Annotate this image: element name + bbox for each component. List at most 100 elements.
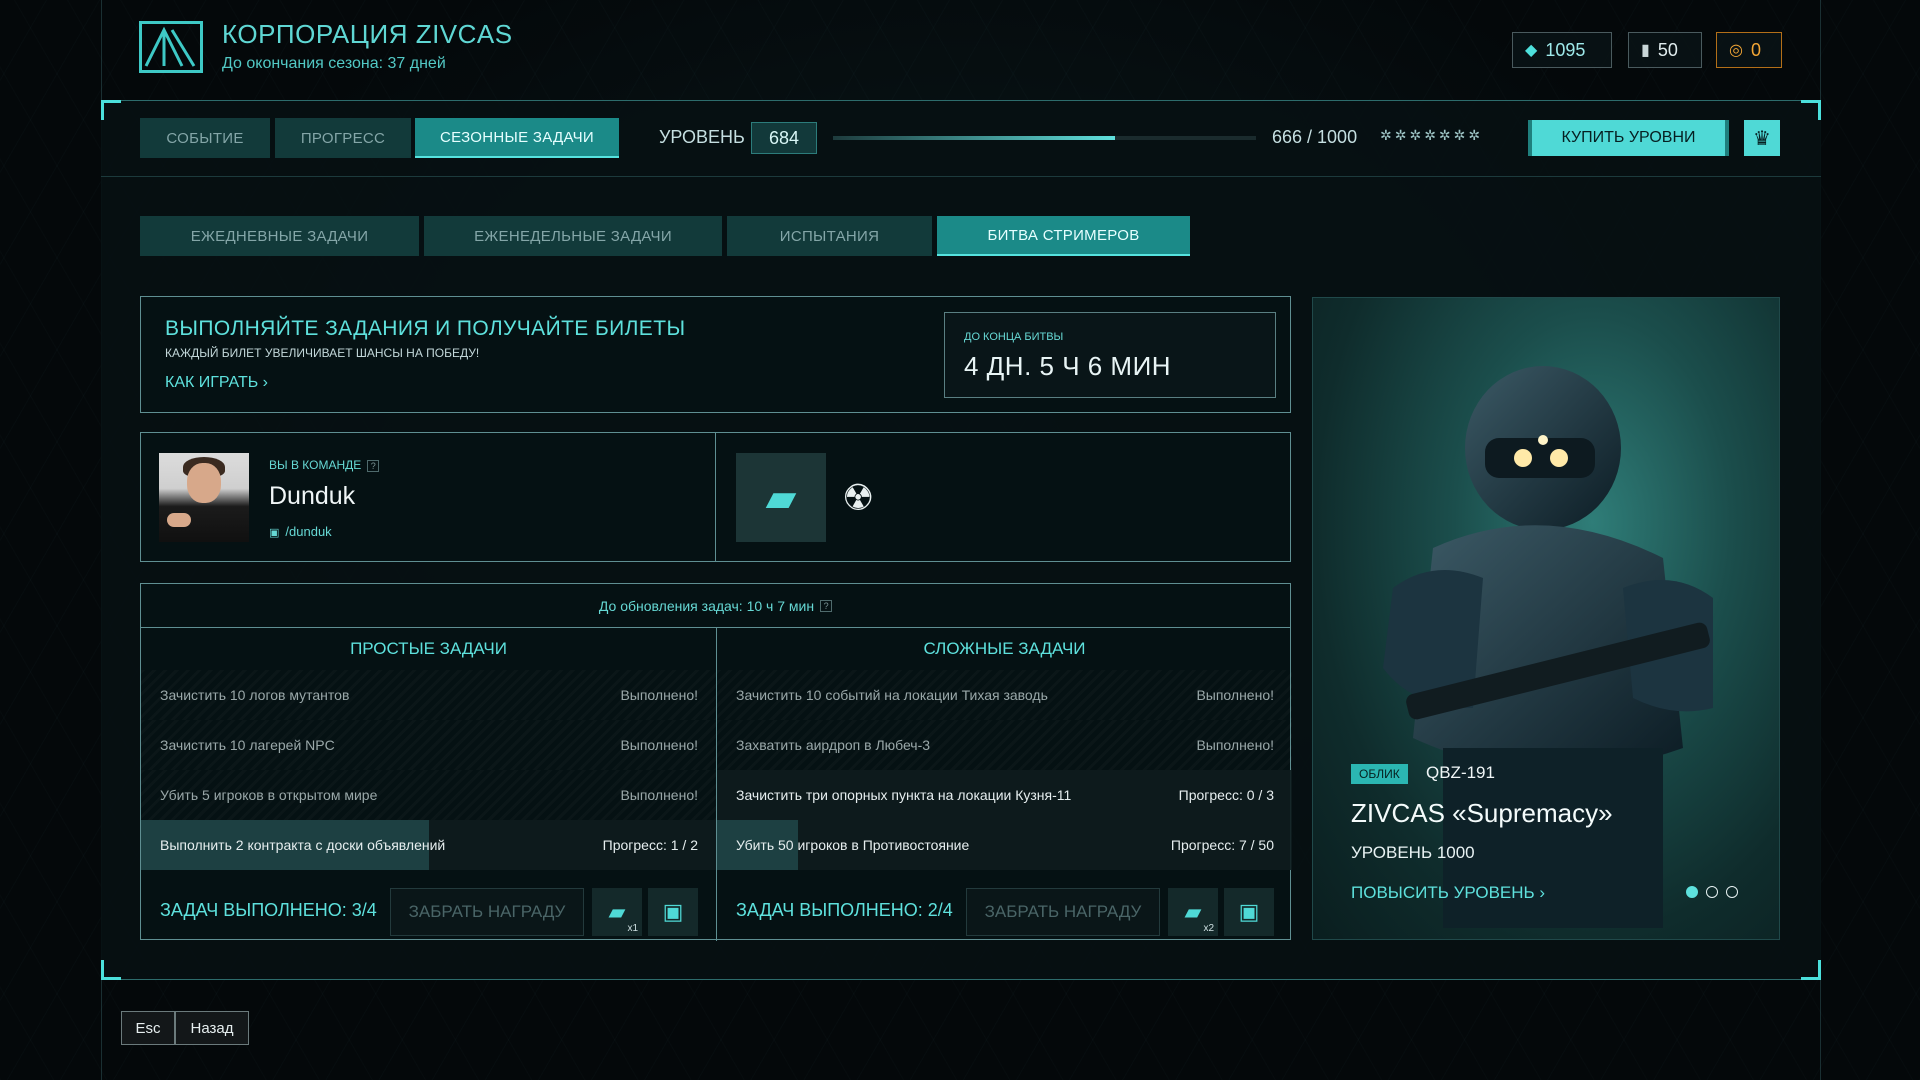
task-text: Зачистить 10 логов мутантов [160, 687, 350, 703]
carousel-dot[interactable] [1706, 886, 1718, 898]
task-status: Прогресс: 1 / 2 [602, 837, 698, 853]
esc-key[interactable]: Esc [121, 1011, 175, 1045]
crown-icon[interactable]: ♛ [1744, 120, 1780, 156]
coin-icon: ◎ [1729, 42, 1743, 59]
task-text: Зачистить 10 событий на локации Тихая за… [736, 687, 1048, 703]
task-status: Выполнено! [1196, 687, 1274, 703]
task-row: Захватить аирдроп в Любеч-3 Выполнено! [717, 720, 1292, 770]
tab-seasonal-tasks[interactable]: СЕЗОННЫЕ ЗАДАЧИ [415, 118, 619, 158]
skin-weapon: QBZ-191 [1426, 763, 1495, 782]
reward-multiplier: x1 [627, 923, 638, 934]
twitch-icon: ▣ [269, 527, 280, 539]
currency-tokens: ▮ 50 [1628, 32, 1702, 68]
task-row: Выполнить 2 контракта с доски объявлений… [141, 820, 716, 870]
how-to-play-link[interactable]: КАК ИГРАТЬ › [165, 374, 268, 392]
task-status: Прогресс: 7 / 50 [1170, 837, 1274, 853]
header-divider [101, 176, 1821, 177]
claim-reward-button[interactable]: ЗАБРАТЬ НАГРАДУ [390, 888, 584, 936]
banner-subtitle: КАЖДЫЙ БИЛЕТ УВЕЛИЧИВАЕТ ШАНСЫ НА ПОБЕДУ… [165, 346, 480, 360]
task-status: Выполнено! [620, 737, 698, 753]
task-row: Зачистить 10 логов мутантов Выполнено! [141, 670, 716, 720]
ticket-icon: ▰ [736, 453, 826, 542]
currency-coins: ◎ 0 [1716, 32, 1782, 68]
task-text: Выполнить 2 контракта с доски объявлений [160, 837, 446, 853]
frame-corner [1801, 100, 1821, 120]
upgrade-level-link[interactable]: ПОВЫСИТЬ УРОВЕНЬ › [1351, 883, 1545, 903]
hard-tasks-footer: ЗАДАЧ ВЫПОЛНЕНО: 2/4 ЗАБРАТЬ НАГРАДУ ▰ x2… [717, 878, 1292, 941]
battle-timer-value: 4 ДН. 5 Ч 6 МИН [964, 351, 1172, 381]
currency-tickets-value: 1095 [1545, 39, 1586, 60]
crate-icon: ▣ [648, 888, 698, 936]
task-status: Прогресс: 0 / 3 [1178, 787, 1274, 803]
task-row: Зачистить 10 лагерей NPC Выполнено! [141, 720, 716, 770]
hard-tasks-column: СЛОЖНЫЕ ЗАДАЧИ Зачистить 10 событий на л… [717, 628, 1292, 941]
ticket-icon: ▰ x2 [1168, 888, 1218, 936]
tab-weekly-tasks[interactable]: ЕЖЕНЕДЕЛЬНЫЕ ЗАДАЧИ [424, 216, 722, 256]
ticket-icon: ◆ [1525, 42, 1538, 59]
zivcas-logo-icon [139, 21, 203, 73]
team-card: ВЫ В КОМАНДЕ? Dunduk ▣ /dunduk [140, 432, 716, 562]
task-status: Выполнено! [1196, 737, 1274, 753]
task-text: Убить 5 игроков в открытом мире [160, 787, 378, 803]
ticket-icon: ▰ x1 [592, 888, 642, 936]
level-value: 684 [751, 122, 817, 154]
level-stars: ✲✲✲✲✲✲✲ [1380, 127, 1484, 143]
task-text: Зачистить три опорных пункта на локации … [736, 787, 1072, 803]
buy-levels-button[interactable]: КУПИТЬ УРОВНИ [1528, 120, 1729, 156]
currency-coins-value: 0 [1750, 39, 1761, 60]
task-text: Убить 50 игроков в Противостояние [736, 837, 970, 853]
task-row: Убить 5 игроков в открытом мире Выполнено… [141, 770, 716, 820]
tab-progress[interactable]: ПРОГРЕСС [275, 118, 411, 158]
skin-preview-card: ОБЛИК QBZ-191 ZIVCAS «Supremacy» УРОВЕНЬ… [1312, 297, 1780, 940]
level-progress-text: 666 / 1000 [1272, 127, 1358, 147]
currency-tickets: ◆ 1095 [1512, 32, 1612, 68]
streamer-link[interactable]: ▣ /dunduk [269, 524, 332, 539]
help-icon[interactable]: ? [820, 599, 833, 612]
task-row: Зачистить три опорных пункта на локации … [717, 770, 1292, 820]
hard-tasks-title: СЛОЖНЫЕ ЗАДАЧИ [923, 639, 1086, 658]
frame-corner [101, 960, 121, 980]
carousel-dots [1686, 886, 1738, 898]
in-team-label-text: ВЫ В КОМАНДЕ [269, 458, 362, 472]
team-tickets-card: ▰ ☢ [715, 432, 1291, 562]
tasks-refresh-text: До обновления задач: 10 ч 7 мин [598, 597, 815, 614]
help-icon[interactable]: ? [367, 459, 380, 472]
frame-corner [101, 100, 121, 120]
tasks-refresh-timer: До обновления задач: 10 ч 7 мин? [141, 584, 1290, 628]
reward-multiplier: x2 [1203, 923, 1214, 934]
level-progress-fill [833, 136, 1115, 140]
task-status: Выполнено! [620, 687, 698, 703]
simple-tasks-column: ПРОСТЫЕ ЗАДАЧИ Зачистить 10 логов мутант… [141, 628, 716, 941]
radiation-icon: ☢ [842, 477, 875, 518]
in-team-label: ВЫ В КОМАНДЕ? [269, 458, 380, 472]
claim-reward-button[interactable]: ЗАБРАТЬ НАГРАДУ [966, 888, 1160, 936]
token-icon: ▮ [1641, 42, 1650, 59]
avatar [159, 453, 249, 542]
banner-title: ВЫПОЛНЯЙТЕ ЗАДАНИЯ И ПОЛУЧАЙТЕ БИЛЕТЫ [165, 317, 686, 340]
tasks-panel: До обновления задач: 10 ч 7 мин? ПРОСТЫЕ… [140, 583, 1292, 941]
battle-timer-label: ДО КОНЦА БИТВЫ [964, 331, 1064, 343]
page-title: КОРПОРАЦИЯ ZIVCAS [222, 19, 513, 49]
task-status: Выполнено! [620, 787, 698, 803]
skin-level: УРОВЕНЬ 1000 [1351, 843, 1475, 862]
frame-corner [1801, 960, 1821, 980]
season-remaining: До окончания сезона: 37 дней [222, 55, 446, 72]
task-row: Зачистить 10 событий на локации Тихая за… [717, 670, 1292, 720]
task-text: Зачистить 10 лагерей NPC [160, 737, 335, 753]
carousel-dot[interactable] [1726, 886, 1738, 898]
carousel-dot[interactable] [1686, 886, 1698, 898]
level-progress-bar [833, 136, 1256, 140]
tab-challenges[interactable]: ИСПЫТАНИЯ [727, 216, 932, 256]
battle-banner: ВЫПОЛНЯЙТЕ ЗАДАНИЯ И ПОЛУЧАЙТЕ БИЛЕТЫ КА… [140, 296, 1291, 413]
simple-tasks-footer: ЗАДАЧ ВЫПОЛНЕНО: 3/4 ЗАБРАТЬ НАГРАДУ ▰ x1… [141, 878, 716, 941]
simple-tasks-completed: ЗАДАЧ ВЫПОЛНЕНО: 3/4 [160, 900, 377, 920]
simple-tasks-title: ПРОСТЫЕ ЗАДАЧИ [350, 639, 507, 658]
tab-event[interactable]: СОБЫТИЕ [140, 118, 270, 158]
tab-streamer-battle[interactable]: БИТВА СТРИМЕРОВ [937, 216, 1190, 256]
streamer-name: Dunduk [269, 482, 356, 510]
tab-daily-tasks[interactable]: ЕЖЕДНЕВНЫЕ ЗАДАЧИ [140, 216, 419, 256]
back-button[interactable]: Назад [175, 1011, 249, 1045]
currency-tokens-value: 50 [1657, 39, 1678, 60]
level-label: УРОВЕНЬ [659, 127, 745, 147]
task-text: Захватить аирдроп в Любеч-3 [736, 737, 931, 753]
